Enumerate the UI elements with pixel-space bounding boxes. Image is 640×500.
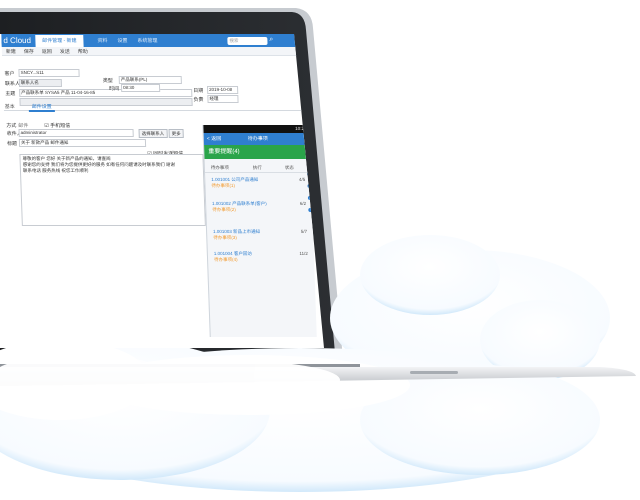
item-status: 待办事项(4) <box>213 257 238 262</box>
to-field[interactable]: administrator <box>18 129 134 137</box>
item-id: 1.001001 <box>211 177 231 182</box>
toolbar-save-button[interactable]: 保存 <box>24 48 34 55</box>
item-status: 待办事项(3) <box>213 235 237 240</box>
item-name: 客户回访 <box>233 251 252 256</box>
option-sms-checkbox[interactable]: ☑ 手机短信 <box>44 122 70 129</box>
phone-list-item[interactable]: 1.001003 新品上市通知 5/7 待办事项(3) <box>213 229 307 241</box>
laptop-scene: d Cloud 邮件管理 - 新建 资料 设置 系统管理 搜索 ⌕ 新建 保存 … <box>0 8 636 492</box>
phone-col-b: 执行 <box>252 165 262 170</box>
item-name: 公司产品通知 <box>231 177 259 182</box>
item-count: 11/2 <box>299 251 308 256</box>
app-brand: d Cloud <box>3 36 32 45</box>
label-title: 标题 <box>6 141 18 147</box>
customer-field[interactable]: SNCY...S11 <box>18 69 80 77</box>
subject-field[interactable]: 产品联系单 SYSA5 产品 11-04-16-85 <box>19 89 193 97</box>
tab-mail-new[interactable]: 邮件管理 - 新建 <box>35 35 84 47</box>
toolbar-help-button[interactable]: 帮助 <box>78 48 88 55</box>
time-field[interactable]: 08:30 <box>120 84 161 92</box>
item-id: 1.001004 <box>213 251 233 256</box>
toolbar-send-button[interactable]: 发送 <box>60 48 70 55</box>
item-count: 6/2 <box>299 201 307 206</box>
phone-status-bar: 10:25 <box>203 125 310 133</box>
toolbar-new-button[interactable]: 新建 <box>6 48 16 55</box>
tab-top-2[interactable]: 设置 <box>117 35 127 47</box>
label-subject: 主题 <box>5 91 16 97</box>
search-input[interactable]: 搜索 <box>227 37 268 45</box>
tab-basic[interactable]: 基本 <box>5 103 15 110</box>
mail-title-field[interactable]: 关于 新款产品 邮件通知 <box>18 139 147 147</box>
item-name: 产品联系单(客户) <box>232 201 267 206</box>
tab-top-1[interactable]: 资料 <box>97 35 107 47</box>
phone-col-a: 待办事项 <box>210 165 229 170</box>
mail-body-textarea[interactable]: 尊敬的客户 您好 关于新产品的通知，请查阅 感谢您的支持 我们将为您提供更好的服… <box>19 154 206 226</box>
phone-preview: 10:25 < 返回 待办事项 重要提醒(4) 待办事项 执行 状态 1.001… <box>202 125 317 337</box>
pick-contact-button[interactable]: 选择联系人 <box>138 129 168 138</box>
phone-back-button[interactable]: < 返回 <box>207 133 222 145</box>
detail-tabs: 基本 邮件设置 <box>3 102 304 112</box>
label-date: 日期 <box>193 88 204 94</box>
item-count: 5/7 <box>300 229 308 234</box>
phone-nav: < 返回 待办事项 <box>203 133 311 145</box>
phone-list-item[interactable]: 1.001004 客户回访 11/2 待办事项(4) <box>214 251 308 263</box>
phone-list-item[interactable]: 1.001002 产品联系单(客户) 6/2 待办事项(2) <box>212 201 306 213</box>
toolbar-back-button[interactable]: 返回 <box>42 48 52 55</box>
item-status: 待办事项(1) <box>211 183 236 188</box>
phone-column-header: 待办事项 执行 状态 <box>204 163 312 173</box>
contact-field[interactable]: 联系人名 <box>18 79 63 87</box>
type-field[interactable]: 产品联系(PL) <box>118 76 182 84</box>
search-icon[interactable]: ⌕ <box>269 36 277 44</box>
app-titlebar: d Cloud 邮件管理 - 新建 资料 设置 系统管理 搜索 ⌕ <box>1 34 302 47</box>
phone-title: 待办事项 <box>247 136 268 142</box>
label-mode: 方式 <box>6 123 17 129</box>
label-contact: 联系人 <box>4 81 21 87</box>
item-count: 4/5 <box>298 177 306 182</box>
label-type: 类型 <box>102 78 113 84</box>
laptop-notch <box>410 371 458 374</box>
mail-body-line-3: 联系电话 服务热线 祝您工作顺利 <box>22 168 89 173</box>
label-customer: 客户 <box>4 71 15 77</box>
item-name: 新品上市通知 <box>233 229 261 234</box>
option-email[interactable]: 邮件 <box>18 122 28 129</box>
tab-top-3[interactable]: 系统管理 <box>137 35 157 47</box>
phone-col-c: 状态 <box>284 165 294 170</box>
phone-header: 重要提醒(4) <box>204 145 311 159</box>
date-field[interactable]: 2019-10-08 <box>207 86 239 94</box>
item-id: 1.001002 <box>212 201 231 206</box>
phone-list-item[interactable]: 1.001001 公司产品通知 4/5 待办事项(1) <box>211 177 305 189</box>
item-status: 待办事项(2) <box>212 207 236 212</box>
item-id: 1.001003 <box>212 229 232 234</box>
label-time: 时间 <box>109 86 120 92</box>
more-button[interactable]: 更多 <box>168 129 184 138</box>
toolbar: 新建 保存 返回 发送 帮助 <box>1 47 302 56</box>
tab-mail-settings[interactable]: 邮件设置 <box>28 103 55 112</box>
